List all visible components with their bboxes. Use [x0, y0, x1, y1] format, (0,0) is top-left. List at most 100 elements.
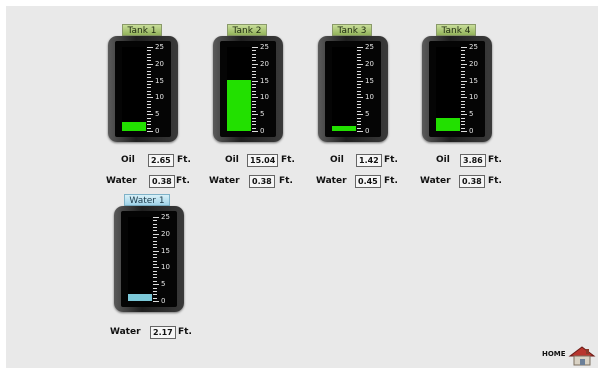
scale-tick — [153, 287, 157, 289]
level-tube — [436, 47, 460, 131]
scale-label: 25 — [260, 43, 269, 51]
scale-tick — [357, 60, 361, 62]
water-value: 0.38 — [149, 175, 175, 188]
water-value: 0.38 — [459, 175, 485, 188]
hmi-panel — [6, 6, 598, 368]
scale-tick — [153, 277, 157, 279]
scale-label: 0 — [260, 127, 265, 135]
level-tube — [122, 47, 146, 131]
scale-tick — [147, 90, 151, 92]
scale-tick — [252, 53, 256, 55]
scale-tick — [461, 110, 465, 112]
water-value: 0.38 — [249, 175, 275, 188]
scale-label: 10 — [365, 93, 374, 102]
scale-tick — [252, 50, 256, 52]
scale-tick — [147, 94, 151, 96]
scale-tick — [153, 233, 159, 235]
scale-tick — [153, 257, 157, 259]
scale-tick — [252, 117, 256, 119]
scale-tick — [147, 70, 151, 72]
scale-tick — [252, 107, 256, 109]
scale-label: 20 — [260, 59, 269, 68]
scale-tick — [357, 80, 363, 82]
tank-bezel: 25 20 15 10 5 0 — [114, 206, 184, 312]
tank-bezel: 25 20 15 10 5 0 — [213, 36, 283, 142]
scale-tick — [252, 83, 256, 85]
scale-tick — [153, 284, 159, 286]
scale-label: 15 — [260, 76, 269, 85]
scale-tick — [147, 97, 153, 99]
gauge-well: 25 20 15 10 5 0 — [121, 211, 177, 307]
water-label: Water — [420, 176, 451, 186]
level-fill — [227, 80, 251, 131]
scale-tick — [357, 47, 363, 48]
level-tube — [227, 47, 251, 131]
scale-label: 25 — [365, 43, 374, 51]
water-label: Water — [106, 176, 137, 186]
scale-tick — [357, 73, 361, 75]
scale-tick — [153, 290, 157, 292]
scale-tick — [461, 53, 465, 55]
level-fill — [122, 122, 146, 131]
oil-value: 15.04 — [247, 154, 279, 167]
scale-tick — [153, 220, 157, 222]
oil-value: 2.65 — [148, 154, 174, 167]
scale-tick — [252, 120, 256, 122]
scale-tick — [461, 94, 465, 96]
scale-tick — [461, 70, 465, 72]
scale-tick — [147, 50, 151, 52]
scale-label: 15 — [161, 246, 170, 255]
scale-label: 15 — [155, 76, 164, 85]
scale-tick — [153, 294, 157, 296]
scale-tick — [357, 57, 361, 59]
scale-tick — [357, 87, 361, 89]
scale-tick — [357, 124, 361, 126]
unit-label: Ft. — [178, 327, 192, 337]
scale-label: 15 — [469, 76, 478, 85]
scale-tick — [153, 264, 157, 266]
scale-tick — [153, 250, 159, 252]
scale-tick — [153, 247, 157, 249]
scale-tick — [252, 70, 256, 72]
scale-tick — [357, 50, 361, 52]
scale-tick — [357, 107, 361, 109]
oil-value: 3.86 — [460, 154, 486, 167]
scale-label: 10 — [260, 93, 269, 102]
level-scale: 25 20 15 10 5 0 — [147, 41, 171, 137]
scale-tick — [357, 114, 363, 116]
gauge-well: 25 20 15 10 5 0 — [325, 41, 381, 137]
scale-tick — [461, 124, 465, 126]
scale-tick — [461, 77, 465, 79]
scale-tick — [252, 57, 256, 59]
water-label: Water — [316, 176, 347, 186]
level-tube — [332, 47, 356, 131]
scale-tick — [252, 94, 256, 96]
scale-tick — [252, 97, 258, 99]
scale-tick — [147, 120, 151, 122]
gauge-well: 25 20 15 10 5 0 — [220, 41, 276, 137]
scale-tick — [147, 127, 151, 129]
home-label: HOME — [542, 350, 566, 358]
scale-label: 10 — [469, 93, 478, 102]
scale-tick — [147, 117, 151, 119]
tank-label: Tank 3 — [332, 24, 372, 36]
scale-tick — [252, 131, 258, 132]
scale-tick — [461, 114, 467, 116]
scale-tick — [357, 97, 363, 99]
scale-tick — [147, 77, 151, 79]
scale-tick — [147, 107, 151, 109]
scale-tick — [461, 117, 465, 119]
gauge-well: 25 20 15 10 5 0 — [115, 41, 171, 137]
scale-tick — [147, 63, 153, 65]
scale-tick — [357, 100, 361, 102]
unit-label: Ft. — [488, 155, 502, 165]
scale-label: 0 — [469, 127, 474, 135]
level-scale: 25 20 15 10 5 0 — [357, 41, 381, 137]
oil-value: 1.42 — [356, 154, 382, 167]
scale-tick — [153, 274, 157, 276]
home-button[interactable]: HOME — [542, 346, 598, 366]
scale-tick — [147, 104, 151, 106]
level-scale: 25 20 15 10 5 0 — [252, 41, 276, 137]
scale-label: 25 — [161, 213, 170, 221]
scale-tick — [252, 100, 256, 102]
